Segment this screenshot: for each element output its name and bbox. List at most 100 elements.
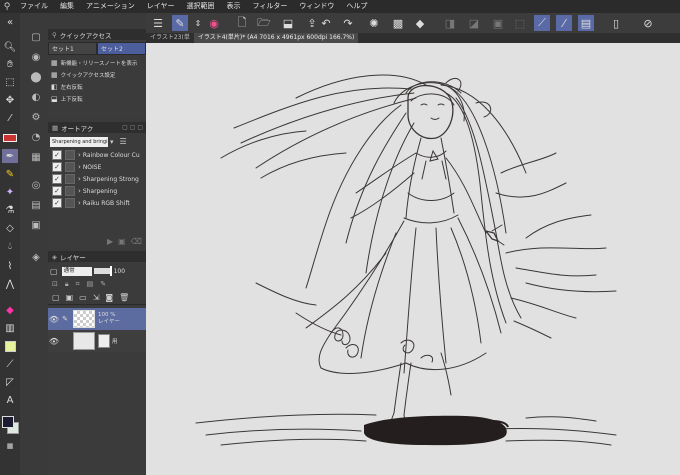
gradient-icon[interactable]: ▥ [2,321,18,335]
select-rect-icon[interactable]: ⬚ [2,75,18,89]
material-icon[interactable]: ▤ [28,197,44,213]
quick-item-flip-horizontal[interactable]: ◧ 左右反転 [48,81,146,93]
toggle-box[interactable] [65,186,75,196]
pen-mode-icon[interactable]: ✎ [172,15,188,31]
quick-item-settings[interactable]: ▦ クイックアクセス設定 [48,69,146,81]
quick-access-tab[interactable]: ⚲ クイックアクセス [48,29,146,40]
app-logo-icon[interactable]: ⚲ [0,0,14,13]
chevron-down-icon[interactable]: ▾ [110,138,114,146]
drawing-canvas[interactable] [146,43,680,475]
hand-icon[interactable]: ✋︎ [2,57,18,71]
pen-icon[interactable]: ✎ [60,315,70,323]
mask-add-icon[interactable]: ◙ [105,293,113,302]
menu-animation[interactable]: アニメーション [80,0,141,13]
ref-icon[interactable]: ⌗ [76,280,80,289]
checkbox[interactable]: ✓ [52,198,62,208]
figure-icon[interactable]: ⌇ [2,259,18,273]
action-item[interactable]: ✓ › Rainbow Colour Cu [48,149,146,161]
app-icon[interactable]: ◉ [206,15,222,31]
blend-mode-dropdown[interactable]: 通常 [61,266,92,276]
zoom-icon[interactable]: 🔍︎ [2,40,18,54]
draft-icon[interactable]: ✎ [100,280,106,288]
open-folder-icon[interactable]: 🗁︎ [256,15,272,31]
tab-illustration-4[interactable]: イラスト4(単片)* (A4 7016 x 4961px 600dpi 166.… [193,33,359,43]
clip-icon[interactable]: ⊡ [52,280,58,288]
toggle-box[interactable] [65,198,75,208]
merge-icon[interactable]: ⇲ [93,293,100,302]
layer-panel-icon[interactable]: ◈ [28,249,44,265]
selection-icon[interactable]: ◨ [442,15,458,31]
frame-icon[interactable]: ◸ [2,375,18,389]
checkbox[interactable]: ✓ [52,186,62,196]
mask-icon[interactable]: ▤ [87,280,94,288]
menu-selection[interactable]: 選択範囲 [181,0,221,13]
companion-icon[interactable]: ⊘ [640,15,656,31]
checkbox[interactable]: ✓ [52,174,62,184]
menu-layer[interactable]: レイヤー [141,0,181,13]
airbrush-icon[interactable]: ⚗ [2,203,18,217]
layer-tab[interactable]: ◈ レイヤー [48,251,146,262]
layer-property-icon[interactable]: ⬤ [28,69,44,85]
menu-file[interactable]: ファイル [14,0,54,13]
delete-icon[interactable]: ⌫ [131,237,142,246]
snap-brush-icon[interactable]: ⁄ [556,15,572,31]
color-wheel-icon[interactable]: ◔ [28,129,44,145]
brush-icon[interactable]: ✦ [2,185,18,199]
snap-grid-icon[interactable]: ▤ [578,15,594,31]
device-icon[interactable]: ▯ [608,15,624,31]
decoration-icon[interactable]: ⋀ [2,277,18,291]
checkbox[interactable]: ✓ [52,162,62,172]
invert-icon[interactable]: ◪ [466,15,482,31]
fill-icon[interactable]: ◆ [2,303,18,317]
opacity-value[interactable]: 100 [114,268,125,275]
quick-item-release-notes[interactable]: ▦ 新機能・リリースノートを表示 [48,57,146,69]
new-file-icon[interactable]: 🗋︎ [234,15,250,31]
save-icon[interactable]: ⬓ [280,15,296,31]
set-2-tab[interactable]: セット2 [97,42,146,55]
redo-icon[interactable]: ↷ [340,15,356,31]
hamburger-menu-icon[interactable]: ☰ [150,15,166,31]
chevron-right-icon[interactable]: › [78,199,81,207]
deselect-icon[interactable]: ▣ [490,15,506,31]
menu-icon[interactable]: ☰ [120,137,127,146]
fill-selection-icon[interactable]: ◆ [412,15,428,31]
action-item[interactable]: ✓ › Sharpening [48,185,146,197]
chevron-right-icon[interactable]: › [78,151,81,159]
chevron-right-icon[interactable]: › [78,175,81,183]
correction-icon[interactable]: ⟋ [2,357,18,371]
menu-filter[interactable]: フィルター [247,0,294,13]
chevron-right-icon[interactable]: › [78,187,81,195]
trash-icon[interactable]: 🗑︎ [119,293,129,302]
undo-icon[interactable]: ↶ [318,15,334,31]
navigator-icon[interactable]: ◎ [28,177,44,193]
tab-illustration-23[interactable]: イラスト23(単 [146,33,194,43]
crop-icon[interactable]: ⬚ [512,15,528,31]
set-1-tab[interactable]: セット1 [48,42,97,55]
color-box-icon[interactable] [2,339,18,353]
new-folder-icon[interactable]: ▭ [79,293,87,302]
action-item[interactable]: ✓ › Sharpening Strong [48,173,146,185]
auto-action-tab[interactable]: ▦ オートアク ▢ ▢ ▢ [48,122,146,133]
play-icon[interactable]: ▶ [107,237,113,246]
main-color-swatch[interactable] [2,416,14,428]
blend-icon[interactable]: 💧︎ [2,239,18,253]
chevron-updown-icon[interactable]: ⇕ [190,15,206,31]
action-item[interactable]: ✓ › Raiku RGB Shift [48,197,146,209]
layer-row-paper[interactable]: 👁︎ 用 [48,330,146,352]
quick-item-flip-vertical[interactable]: ⬓ 上下反転 [48,93,146,105]
water-drop-icon[interactable]: ◉ [28,49,44,65]
history-icon[interactable]: ▣ [28,217,44,233]
pen-icon[interactable]: ✒︎ [2,149,18,163]
pencil-icon[interactable]: ✎ [2,167,18,181]
color-set-icon[interactable]: ▦ [28,149,44,165]
new-vector-layer-icon[interactable]: ▣ [66,293,74,302]
toggle-box[interactable] [65,174,75,184]
panel-icons[interactable]: ▢ ▢ ▢ [122,124,143,131]
brush-size-icon[interactable]: ◐ [28,89,44,105]
toggle-box[interactable] [65,162,75,172]
menu-edit[interactable]: 編集 [54,0,80,13]
eye-icon[interactable]: 👁︎ [48,337,60,346]
collapse-arrows-icon[interactable]: « [2,15,18,29]
checkbox[interactable]: ✓ [52,150,62,160]
clear-icon[interactable]: ▩ [390,15,406,31]
